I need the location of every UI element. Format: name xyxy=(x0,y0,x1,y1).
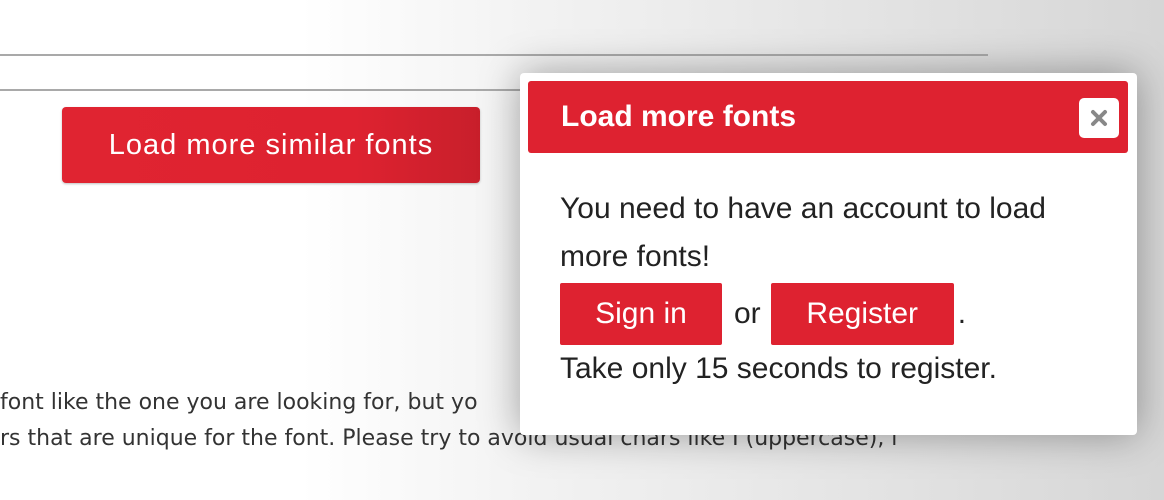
divider xyxy=(0,54,988,56)
close-button[interactable] xyxy=(1079,98,1119,138)
register-button[interactable]: Register xyxy=(770,283,954,345)
register-note: Take only 15 seconds to register. xyxy=(560,352,997,385)
modal-title: Load more fonts xyxy=(561,100,797,133)
modal-actions: Sign in or Register . xyxy=(560,283,1100,345)
modal-body: You need to have an account to load more… xyxy=(560,185,1100,393)
modal-header: Load more fonts xyxy=(528,81,1128,153)
modal-message: more fonts! xyxy=(560,240,711,273)
modal-message: You need to have an account to load xyxy=(560,192,1046,225)
background-description-text: font like the one you are looking for, b… xyxy=(0,390,478,415)
load-more-similar-fonts-button[interactable]: Load more similar fonts xyxy=(62,107,480,183)
divider xyxy=(0,89,560,91)
or-text: or xyxy=(734,297,761,330)
sign-in-button[interactable]: Sign in xyxy=(560,283,722,345)
close-icon xyxy=(1091,110,1107,126)
load-more-fonts-modal: Load more fonts You need to have an acco… xyxy=(520,73,1137,435)
period-text: . xyxy=(957,297,967,330)
